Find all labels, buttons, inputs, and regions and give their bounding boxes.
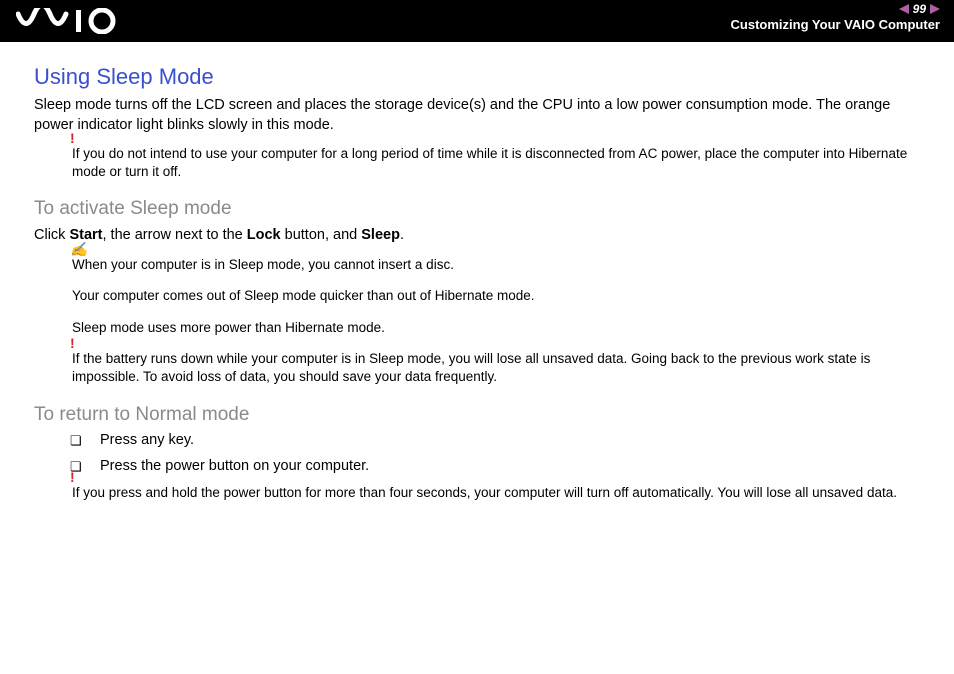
vaio-logo	[16, 8, 126, 41]
warning-text-3: If you press and hold the power button f…	[72, 484, 928, 502]
instr-part: , the arrow next to the	[103, 227, 247, 243]
page-number: 99	[913, 2, 926, 16]
activate-instruction: Click Start, the arrow next to the Lock …	[34, 226, 928, 246]
section-heading-return: To return to Normal mode	[34, 404, 928, 426]
warning-text-1: If you do not intend to use your compute…	[72, 145, 928, 180]
instr-bold: Lock	[247, 227, 281, 243]
prev-page-arrow-icon[interactable]	[899, 4, 909, 14]
note-block-pencil: ✍ When your computer is in Sleep mode, y…	[72, 256, 928, 337]
instr-part: Click	[34, 227, 69, 243]
note-text-1: When your computer is in Sleep mode, you…	[72, 256, 928, 274]
warning-text-2: If the battery runs down while your comp…	[72, 350, 928, 385]
page-nav-row: 99	[731, 2, 940, 16]
pencil-icon: ✍	[70, 240, 87, 258]
content-area: Using Sleep Mode Sleep mode turns off th…	[0, 42, 954, 501]
header-nav: 99 Customizing Your VAIO Computer	[731, 2, 940, 32]
instr-part: .	[400, 227, 404, 243]
list-item: Press the power button on your computer.	[70, 458, 928, 474]
instr-part: button, and	[281, 227, 362, 243]
header-bar: 99 Customizing Your VAIO Computer	[0, 0, 954, 42]
warning-block-3: ! If you press and hold the power button…	[72, 484, 928, 502]
note-text-2: Your computer comes out of Sleep mode qu…	[72, 287, 928, 305]
page-title: Using Sleep Mode	[34, 64, 928, 90]
warning-icon: !	[70, 129, 75, 147]
vaio-logo-svg	[16, 8, 126, 34]
warning-block-2: ! If the battery runs down while your co…	[72, 350, 928, 385]
section-heading-activate: To activate Sleep mode	[34, 198, 928, 220]
note-text-3: Sleep mode uses more power than Hibernat…	[72, 319, 928, 337]
warning-icon: !	[70, 334, 75, 352]
warning-block-1: ! If you do not intend to use your compu…	[72, 145, 928, 180]
intro-paragraph: Sleep mode turns off the LCD screen and …	[34, 96, 928, 135]
header-section-title: Customizing Your VAIO Computer	[731, 17, 940, 32]
return-steps-list: Press any key. Press the power button on…	[70, 432, 928, 474]
list-item: Press any key.	[70, 432, 928, 448]
next-page-arrow-icon[interactable]	[930, 4, 940, 14]
instr-bold: Sleep	[361, 227, 400, 243]
warning-icon: !	[70, 468, 75, 486]
